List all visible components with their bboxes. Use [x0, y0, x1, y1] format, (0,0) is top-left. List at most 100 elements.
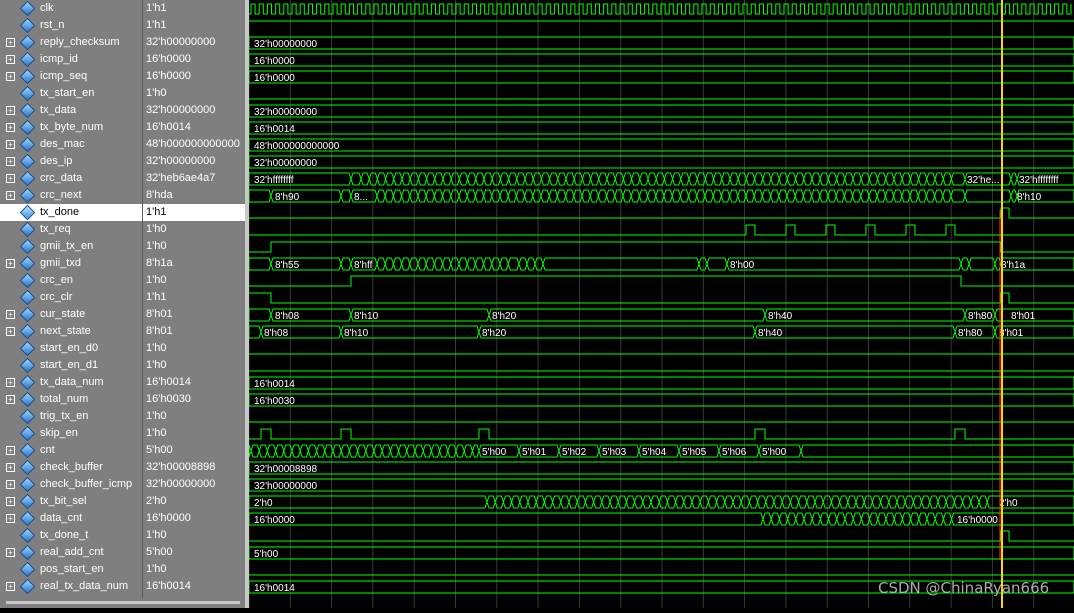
signal-row-tx_done[interactable]: tx_done [0, 204, 142, 221]
signal-icon [19, 510, 36, 527]
signal-row-tx_start_en[interactable]: tx_start_en [0, 85, 142, 102]
expand-icon[interactable]: + [6, 446, 15, 455]
signal-value: 32'h00000000 [146, 155, 216, 167]
signal-row-tx_done_t[interactable]: tx_done_t [0, 527, 142, 544]
bus-value-label: 16'h0014 [254, 583, 295, 594]
signal-row-crc_next[interactable]: + crc_next [0, 187, 142, 204]
signal-icon [19, 119, 36, 136]
expand-icon[interactable]: + [6, 157, 15, 166]
signal-row-crc_clr[interactable]: crc_clr [0, 289, 142, 306]
expand-icon[interactable]: + [6, 38, 15, 47]
signal-value: 16'h0000 [146, 70, 191, 82]
expand-icon[interactable]: + [6, 582, 15, 591]
signal-row-gmii_tx_en[interactable]: gmii_tx_en [0, 238, 142, 255]
signal-row-real_add_cnt[interactable]: + real_add_cnt [0, 544, 142, 561]
signal-value: 16'h0000 [146, 512, 191, 524]
bus-value-label: 8'h40 [768, 311, 793, 322]
signal-name: tx_done_t [40, 529, 89, 541]
signal-row-pos_start_en[interactable]: pos_start_en [0, 561, 142, 578]
bus-value-label: 32'he... [967, 175, 1000, 186]
horizontal-scrollbar[interactable] [0, 598, 245, 608]
signal-icon [19, 68, 36, 85]
expand-icon[interactable]: + [6, 310, 15, 319]
expand-icon[interactable]: + [6, 55, 15, 64]
expand-icon[interactable]: + [6, 514, 15, 523]
bus-value-label: 5'h00 [762, 447, 787, 458]
signal-row-des_ip[interactable]: + des_ip [0, 153, 142, 170]
signal-name: crc_next [40, 189, 82, 201]
signal-icon [19, 85, 36, 102]
signal-row-clk[interactable]: clk [0, 0, 142, 17]
bus-value-label: 16'h0014 [254, 124, 295, 135]
signal-icon [19, 476, 36, 493]
bus-value-label: 16'h0000 [254, 515, 295, 526]
expand-icon[interactable]: + [6, 174, 15, 183]
signal-icon [19, 408, 36, 425]
signal-row-tx_data[interactable]: + tx_data [0, 102, 142, 119]
signal-row-data_cnt[interactable]: + data_cnt [0, 510, 142, 527]
signal-row-icmp_seq[interactable]: + icmp_seq [0, 68, 142, 85]
clock-trace [249, 3, 1072, 15]
expand-icon[interactable]: + [6, 72, 15, 81]
signal-icon [19, 289, 36, 306]
expand-icon[interactable]: + [6, 480, 15, 489]
expand-icon[interactable]: + [6, 191, 15, 200]
signal-row-check_buffer[interactable]: + check_buffer [0, 459, 142, 476]
signal-row-crc_data[interactable]: + crc_data [0, 170, 142, 187]
signal-value: 16'h0014 [146, 376, 191, 388]
signal-name: icmp_seq [40, 70, 88, 82]
expand-icon[interactable]: + [6, 378, 15, 387]
signal-value: 1'h0 [146, 240, 167, 252]
signal-row-icmp_id[interactable]: + icmp_id [0, 51, 142, 68]
expand-icon[interactable]: + [6, 327, 15, 336]
signal-row-cnt[interactable]: + cnt [0, 442, 142, 459]
signal-value: 32'h00000000 [146, 478, 216, 490]
signal-icon [19, 561, 36, 578]
signal-row-crc_en[interactable]: crc_en [0, 272, 142, 289]
expand-icon[interactable]: + [6, 548, 15, 557]
signal-row-tx_byte_num[interactable]: + tx_byte_num [0, 119, 142, 136]
signal-row-tx_data_num[interactable]: + tx_data_num [0, 374, 142, 391]
signal-row-tx_req[interactable]: tx_req [0, 221, 142, 238]
expand-icon[interactable]: + [6, 497, 15, 506]
signal-icon [19, 391, 36, 408]
expand-icon[interactable]: + [6, 140, 15, 149]
expand-icon[interactable]: + [6, 463, 15, 472]
signal-row-reply_checksum[interactable]: + reply_checksum [0, 34, 142, 51]
signal-row-rst_n[interactable]: rst_n [0, 17, 142, 34]
expand-icon[interactable]: + [6, 106, 15, 115]
signal-icon [19, 255, 36, 272]
signal-icon [19, 374, 36, 391]
expand-icon[interactable]: + [6, 123, 15, 132]
waveform-pane[interactable]: 32'h00000000 16'h0000 16'h0000 32'h00000000… [248, 0, 1074, 608]
expand-icon[interactable]: + [6, 395, 15, 404]
signal-row-next_state[interactable]: + next_state [0, 323, 142, 340]
signal-name: next_state [40, 325, 91, 337]
bus-value-label: 32'hffffffff [254, 175, 294, 186]
signal-icon [19, 0, 36, 17]
signal-row-real_tx_data_num[interactable]: + real_tx_data_num [0, 578, 142, 595]
signal-name: des_ip [40, 155, 73, 167]
scrollbar-thumb[interactable] [6, 601, 240, 604]
signal-value: 8'h01 [146, 325, 173, 337]
signal-row-cur_state[interactable]: + cur_state [0, 306, 142, 323]
signal-row-check_buffer_icmp[interactable]: + check_buffer_icmp [0, 476, 142, 493]
signal-icon [19, 204, 36, 221]
signal-icon [19, 136, 36, 153]
expand-icon[interactable]: + [6, 259, 15, 268]
signal-row-total_num[interactable]: + total_num [0, 391, 142, 408]
signal-row-start_en_d0[interactable]: start_en_d0 [0, 340, 142, 357]
signal-row-skip_en[interactable]: skip_en [0, 425, 142, 442]
signal-row-start_en_d1[interactable]: start_en_d1 [0, 357, 142, 374]
waveform-canvas[interactable]: 32'h00000000 16'h0000 16'h0000 32'h00000000… [248, 0, 1074, 608]
signal-row-des_mac[interactable]: + des_mac [0, 136, 142, 153]
signal-icon [19, 153, 36, 170]
bus-value-label: 8'h10 [1017, 192, 1042, 203]
signal-icon [19, 51, 36, 68]
bus-value-label: 8'hff [354, 260, 373, 271]
signal-row-tx_bit_sel[interactable]: + tx_bit_sel [0, 493, 142, 510]
signal-values-pane: 1'h1 1'h1 32'h00000000 16'h0000 16'h0000 1'h0… [143, 0, 245, 608]
signal-row-gmii_txd[interactable]: + gmii_txd [0, 255, 142, 272]
signal-name: cur_state [40, 308, 86, 320]
signal-row-trig_tx_en[interactable]: trig_tx_en [0, 408, 142, 425]
